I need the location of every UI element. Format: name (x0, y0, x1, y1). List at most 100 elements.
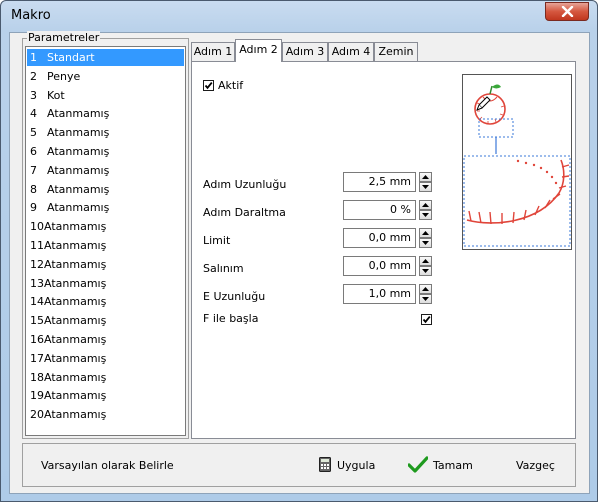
parameters-group-label: Parametreler (27, 31, 101, 44)
parameter-label: Atanmamış (44, 257, 107, 271)
limit-label: Limit (203, 234, 231, 247)
tab-adim-4[interactable]: Adım 4 (328, 42, 374, 61)
adim-daraltma-label: Adım Daraltma (203, 206, 286, 219)
f-ile-basla-label: F ile başla (203, 312, 259, 325)
parameter-list-item[interactable]: 3 Kot (27, 87, 184, 104)
ok-button[interactable]: Tamam (433, 459, 473, 473)
limit-up-button[interactable] (419, 228, 432, 238)
parameter-number: 12 (30, 257, 44, 271)
adim-uzunlugu-input[interactable]: 2,5 mm (343, 172, 416, 192)
dialog-client-area: Parametreler 1 Standart 2 Penye 3 Kot 4 Atanmam… (9, 31, 590, 494)
parameter-label: Atanmamış (44, 314, 107, 328)
parameter-list-item[interactable]: 5 Atanmamış (27, 124, 184, 141)
adim-uzunlugu-label: Adım Uzunluğu (203, 178, 287, 191)
parameter-list-item[interactable]: 6 Atanmamış (27, 143, 184, 160)
parameter-label: Atanmamış (47, 163, 110, 177)
parameter-number: 11 (30, 239, 44, 252)
parameter-list-item[interactable]: 19 Atanmamış (27, 387, 184, 404)
parameter-label: Atanmamış (47, 107, 110, 121)
parameter-number: 16 (30, 333, 44, 346)
apply-button[interactable]: Uygula (337, 459, 375, 473)
parameter-number: 2 (30, 69, 37, 83)
parameter-list-item[interactable]: 7 Atanmamış (27, 162, 184, 179)
parameter-list-item[interactable]: 9 Atanmamış (27, 199, 184, 216)
checkmark-icon (422, 316, 431, 324)
tab-adim-2[interactable]: Adım 2 (235, 39, 282, 62)
parameter-number: 17 (30, 351, 44, 365)
tab-panel-adim-2: Aktif Adım Uzunluğu 2,5 mm Adım Daraltma… (191, 61, 576, 439)
parameter-label: Atanmamış (44, 351, 107, 365)
parameter-list-item[interactable]: 16 Atanmamış (27, 331, 184, 348)
limit-spinner (419, 228, 432, 248)
parameter-list-item[interactable]: 2 Penye (27, 68, 184, 85)
arrow-down-icon (422, 297, 429, 301)
adim-daraltma-down-button[interactable] (419, 210, 432, 220)
salinim-input[interactable]: 0,0 mm (343, 256, 416, 276)
parameter-list-item[interactable]: 8 Atanmamış (27, 181, 184, 198)
salinim-label: Salınım (203, 262, 244, 275)
parameter-list-item[interactable]: 15 Atanmamış (27, 312, 184, 329)
close-button[interactable] (545, 2, 589, 21)
parameter-number: 1 (30, 51, 37, 64)
stitch-preview (462, 74, 572, 250)
arrow-up-icon (422, 231, 429, 235)
adim-daraltma-input[interactable]: 0 % (343, 200, 416, 220)
parameter-list-item[interactable]: 4 Atanmamış (27, 105, 184, 122)
checkmark-green-icon (408, 456, 428, 473)
calculator-icon (319, 457, 331, 472)
adim-daraltma-spinner (419, 200, 432, 220)
parameter-list-item[interactable]: 10 Atanmamış (27, 218, 184, 235)
adim-uzunlugu-down-button[interactable] (419, 182, 432, 192)
parameter-number: 6 (30, 145, 37, 158)
parameter-list-item[interactable]: 20 Atanmamış (27, 406, 184, 423)
parameter-number: 9 (30, 201, 37, 215)
parameter-list-item[interactable]: 17 Atanmamış (27, 350, 184, 367)
parameters-list[interactable]: 1 Standart 2 Penye 3 Kot 4 Atanmamış 5 Atanmamış 6… (25, 46, 186, 436)
parameter-number: 13 (30, 276, 44, 290)
parameter-label: Atanmamış (44, 276, 107, 290)
tab-zemin[interactable]: Zemin (374, 42, 418, 61)
checkmark-icon (204, 82, 213, 90)
arrow-down-icon (422, 269, 429, 273)
dialog-window: Makro Parametreler 1 Standart 2 Penye 3 Kot 4 A… (0, 0, 598, 502)
parameter-list-item[interactable]: 12 Atanmamış (27, 256, 184, 273)
parameter-number: 7 (30, 163, 37, 177)
parameter-label: Atanmamış (44, 295, 107, 309)
limit-down-button[interactable] (419, 238, 432, 248)
parameter-number: 19 (30, 389, 44, 403)
parameter-list-item[interactable]: 13 Atanmamış (27, 275, 184, 292)
title-bar[interactable]: Makro (1, 1, 597, 31)
set-as-default-button[interactable]: Varsayılan olarak Belirle (41, 459, 174, 473)
tab-adim-3[interactable]: Adım 3 (282, 42, 328, 61)
e-uzunlugu-down-button[interactable] (419, 294, 432, 304)
arrow-down-icon (422, 213, 429, 217)
parameter-number: 8 (30, 182, 37, 196)
e-uzunlugu-input[interactable]: 1,0 mm (343, 284, 416, 304)
parameter-list-item[interactable]: 18 Atanmamış (27, 369, 184, 386)
e-uzunlugu-spinner (419, 284, 432, 304)
parameter-label: Standart (47, 51, 95, 64)
f-ile-basla-checkbox[interactable] (421, 314, 432, 325)
parameter-label: Atanmamış (47, 201, 110, 215)
salinim-down-button[interactable] (419, 266, 432, 276)
aktif-checkbox[interactable] (203, 80, 214, 91)
arrow-up-icon (422, 203, 429, 207)
parameter-label: Atanmamış (47, 126, 110, 140)
e-uzunlugu-up-button[interactable] (419, 284, 432, 294)
parameter-list-item[interactable]: 1 Standart (27, 49, 184, 66)
arrow-up-icon (422, 175, 429, 179)
tab-adim-1[interactable]: Adım 1 (191, 42, 235, 61)
cancel-button[interactable]: Vazgeç (516, 459, 555, 473)
limit-input[interactable]: 0,0 mm (343, 228, 416, 248)
parameter-label: Atanmamış (44, 239, 107, 252)
adim-uzunlugu-spinner (419, 172, 432, 192)
salinim-up-button[interactable] (419, 256, 432, 266)
adim-daraltma-up-button[interactable] (419, 200, 432, 210)
arrow-up-icon (422, 287, 429, 291)
adim-uzunlugu-up-button[interactable] (419, 172, 432, 182)
parameter-list-item[interactable]: 11 Atanmamış (27, 237, 184, 254)
stitch-preview-drawing (463, 84, 571, 247)
parameter-number: 20 (30, 408, 44, 422)
parameter-number: 3 (30, 88, 37, 102)
parameter-list-item[interactable]: 14 Atanmamış (27, 293, 184, 310)
